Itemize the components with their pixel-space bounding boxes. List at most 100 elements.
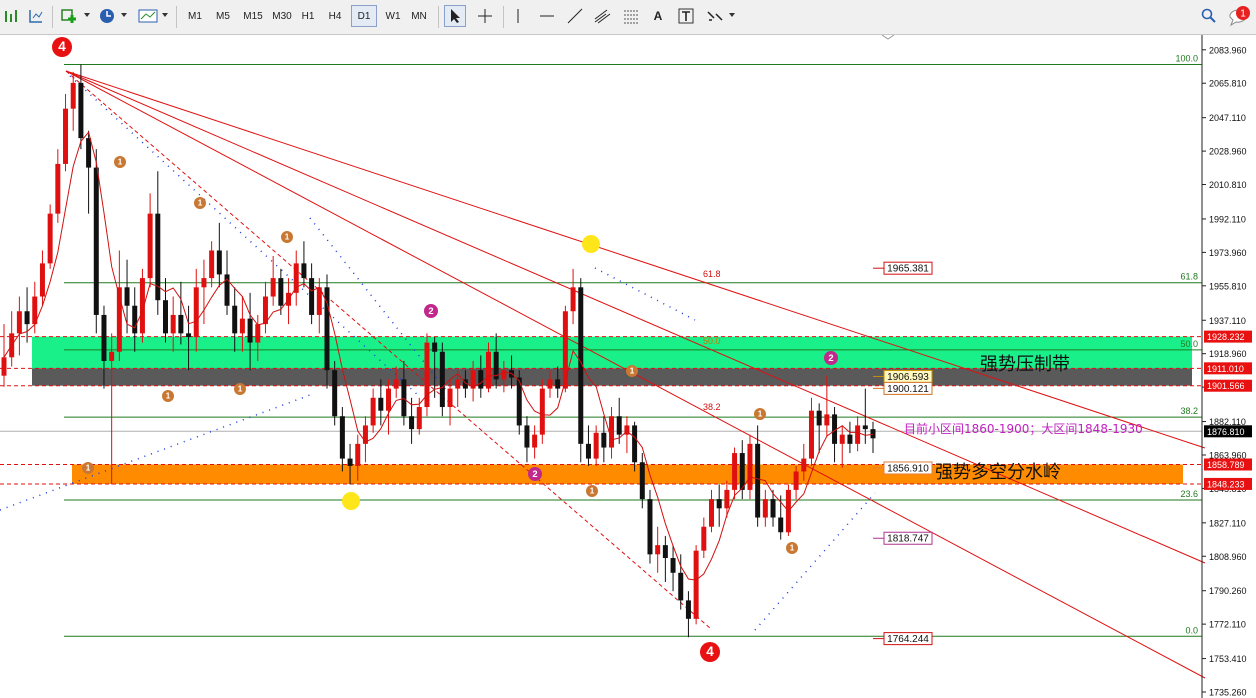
candle-body: [93, 167, 99, 315]
timeframe-m1[interactable]: M1: [183, 5, 207, 27]
candle-body: [370, 397, 376, 426]
candle-body: [647, 499, 653, 555]
profiles-icon[interactable]: [26, 5, 46, 27]
timeframe-h1[interactable]: H1: [297, 5, 319, 27]
candle-body: [685, 600, 691, 619]
candle-body: [585, 443, 591, 459]
candle-body: [632, 425, 638, 463]
candle-body: [24, 311, 30, 325]
candle-body: [309, 278, 315, 315]
axis-price-tag-label: 1911.010: [1207, 364, 1244, 374]
vertical-line-icon[interactable]: [508, 5, 528, 27]
candle-body: [239, 318, 245, 334]
wave-marker-label: 1: [630, 367, 635, 376]
candle-body: [147, 213, 153, 279]
candle-body: [86, 138, 92, 168]
axis-price-tag-label: 1901.566: [1207, 381, 1245, 391]
price-chart[interactable]: 100.061.850.038.223.60.0 61.8 50.0 38.2 …: [0, 35, 1256, 698]
candle-body: [255, 324, 261, 343]
fib-label-50-line: 50.0: [703, 336, 721, 346]
candle-body: [739, 453, 745, 490]
new-chart-icon[interactable]: [2, 5, 20, 27]
candle-body: [709, 499, 715, 527]
wave-marker-label: 2: [828, 353, 833, 364]
timeframe-w1[interactable]: W1: [381, 5, 405, 27]
equidistant-channel-icon[interactable]: [592, 5, 614, 27]
candle-body: [485, 351, 491, 389]
candle-body: [547, 379, 553, 389]
wave-marker-label: 2: [532, 469, 537, 480]
candle-body: [101, 314, 107, 361]
axis-price-tag-label: 1858.789: [1207, 460, 1245, 470]
timeframe-m15[interactable]: M15: [239, 5, 267, 27]
wave-marker-label: 1: [198, 199, 203, 208]
candle-body: [193, 287, 199, 338]
wave-marker-label: 1: [166, 392, 171, 401]
fibonacci-icon[interactable]: [620, 5, 642, 27]
candle-body: [216, 250, 222, 275]
axis-tick-label: 2028.960: [1209, 147, 1247, 157]
notifications-icon[interactable]: 1: [1226, 5, 1252, 27]
trend-line-icon[interactable]: [564, 5, 586, 27]
timeframe-mn[interactable]: MN: [407, 5, 431, 27]
candle-body: [186, 333, 192, 338]
candle-body: [232, 305, 238, 334]
axis-tick-label: 1808.960: [1209, 552, 1247, 562]
candle-body: [670, 558, 676, 573]
wave-marker-label: 1: [238, 385, 243, 394]
arrows-icon[interactable]: [704, 5, 726, 27]
wave-marker-label: 2: [428, 306, 433, 317]
axis-tick-label: 1735.260: [1209, 687, 1247, 697]
candle-body: [347, 458, 353, 466]
candle-body: [701, 526, 707, 551]
axis-tick-label: 1992.110: [1209, 214, 1246, 224]
candle-body: [339, 416, 345, 459]
candle-body: [609, 416, 615, 448]
templates-icon[interactable]: [136, 5, 160, 27]
candle-body: [824, 414, 830, 426]
wave-marker-label: 4: [58, 39, 66, 54]
axis-tick-label: 1937.110: [1209, 316, 1246, 326]
clock-icon[interactable]: [96, 5, 118, 27]
candle-body: [247, 318, 253, 343]
candle-body: [747, 443, 753, 490]
timeframe-d1[interactable]: D1: [351, 5, 377, 27]
axis-tick-label: 1955.810: [1209, 281, 1247, 291]
timeframe-m5[interactable]: M5: [211, 5, 235, 27]
price-box-label: 1856.910: [887, 463, 929, 474]
axis-tick-label: 1973.960: [1209, 248, 1247, 258]
cursor-icon[interactable]: [444, 5, 466, 27]
candle-body: [716, 499, 722, 509]
axis-tick-label: 2083.960: [1209, 45, 1247, 55]
candle-body: [393, 379, 399, 389]
axis-tick-label: 1753.410: [1209, 654, 1247, 664]
notification-count: 1: [1240, 9, 1246, 20]
text-label-icon[interactable]: [675, 5, 697, 27]
candle-body: [293, 263, 299, 293]
candle-body: [1, 357, 7, 376]
search-icon[interactable]: [1198, 5, 1220, 27]
fib-label: 23.6: [1180, 489, 1198, 499]
candle-body: [432, 342, 438, 352]
candle-body: [270, 278, 276, 297]
add-chart-icon[interactable]: [58, 5, 80, 27]
horizontal-line-icon[interactable]: [536, 5, 558, 27]
candle-body: [39, 263, 45, 297]
candle-body: [778, 517, 784, 533]
fib-label: 61.8: [1180, 272, 1198, 282]
candle-body: [70, 82, 76, 109]
axis-tick-label: 1772.110: [1209, 620, 1246, 630]
fib-label: 100.0: [1175, 53, 1198, 63]
timeframe-m30[interactable]: M30: [268, 5, 296, 27]
crosshair-icon[interactable]: [474, 5, 496, 27]
candle-body: [770, 499, 776, 518]
candle-body: [355, 443, 361, 466]
candle-body: [662, 545, 668, 559]
text-tool[interactable]: A: [648, 5, 668, 27]
candle-body: [555, 379, 561, 389]
candle-body: [278, 278, 284, 306]
wave-marker-label: 1: [790, 544, 795, 553]
candle-body: [109, 351, 115, 361]
timeframe-h4[interactable]: H4: [323, 5, 347, 27]
candle-body: [532, 434, 538, 448]
